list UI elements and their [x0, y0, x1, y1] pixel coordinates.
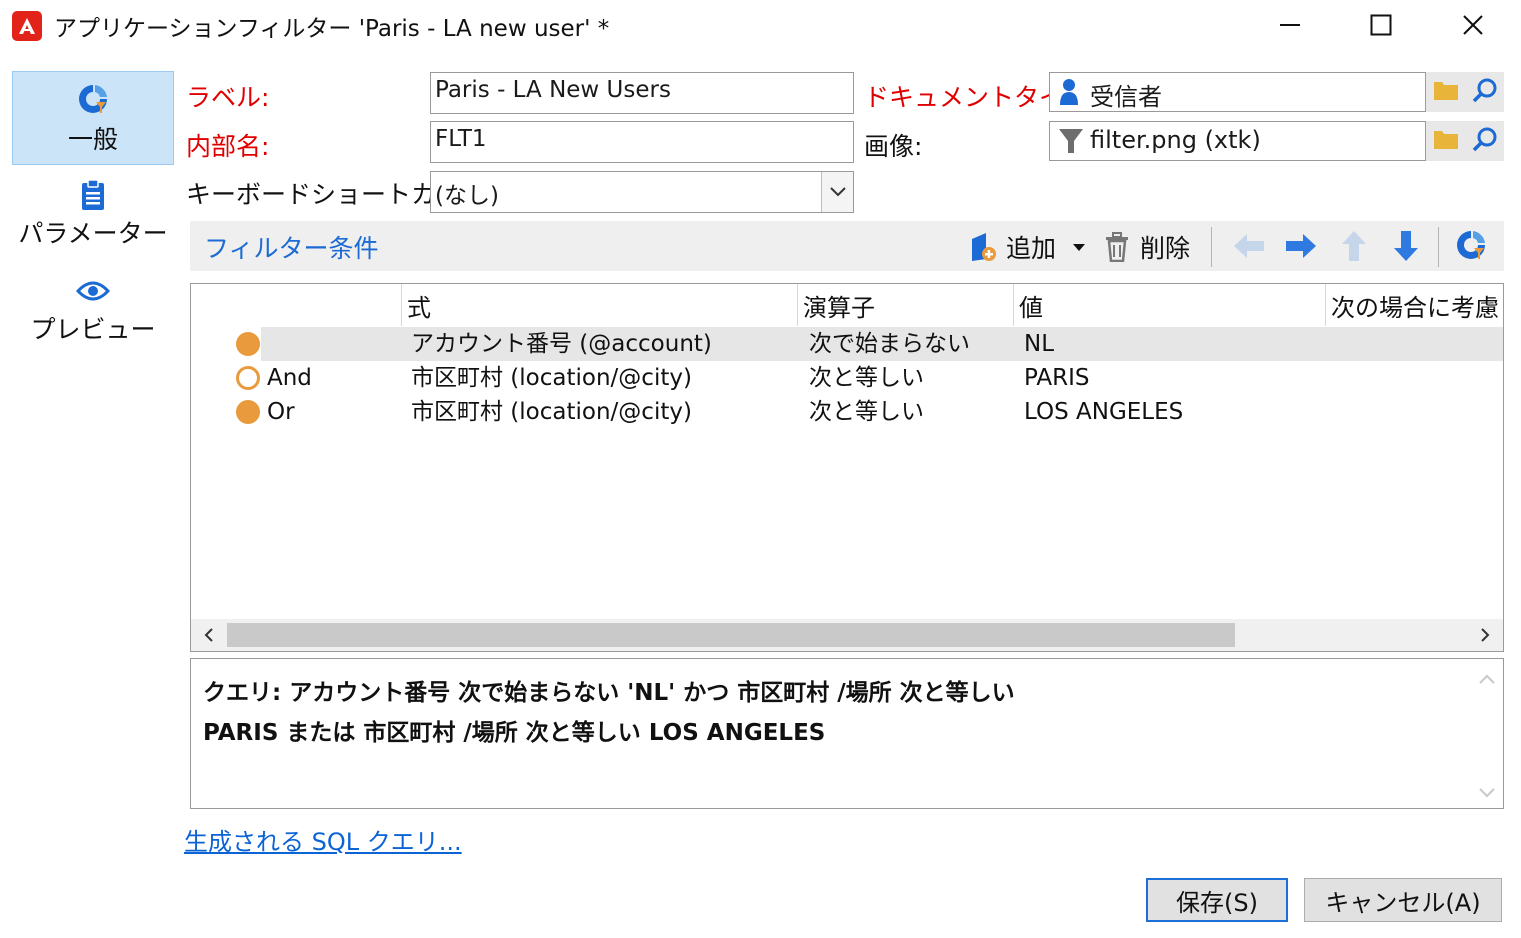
trash-icon — [1106, 232, 1128, 262]
doctype-field[interactable]: 受信者 — [1049, 72, 1426, 112]
nav-item-parameters[interactable]: パラメーター — [12, 174, 174, 268]
doctype-buttons — [1426, 72, 1504, 112]
vertical-scrollbar[interactable] — [1471, 659, 1503, 808]
column-divider — [1013, 284, 1014, 326]
arrow-left-icon — [1234, 234, 1264, 258]
filter-title: フィルター条件 — [204, 234, 379, 263]
add-button[interactable]: 追加 — [968, 229, 1086, 265]
delete-button[interactable]: 削除 — [1104, 229, 1190, 265]
scroll-down-icon[interactable] — [1477, 783, 1497, 803]
internal-name-input[interactable]: FLT1 — [430, 121, 854, 163]
title-bar: アプリケーションフィルター 'Paris - LA new user' * — [0, 0, 1521, 52]
move-right-button[interactable] — [1284, 232, 1318, 260]
magnifier-icon[interactable] — [1472, 126, 1498, 156]
cancel-button[interactable]: キャンセル(A) — [1304, 878, 1502, 922]
move-down-button[interactable] — [1392, 229, 1420, 263]
save-button[interactable]: 保存(S) — [1146, 878, 1288, 922]
cell-operator: 次と等しい — [809, 365, 924, 391]
clipboard-icon — [12, 178, 174, 212]
window-title: アプリケーションフィルター 'Paris - LA new user' * — [54, 16, 610, 42]
nav-item-general[interactable]: 一般 — [12, 71, 174, 165]
column-header-consider-if[interactable]: 次の場合に考慮 — [1327, 288, 1499, 328]
scroll-left-icon[interactable] — [199, 625, 219, 645]
minimize-button[interactable] — [1244, 0, 1336, 50]
folder-icon[interactable] — [1433, 79, 1459, 105]
chevron-down-icon[interactable] — [821, 172, 853, 212]
query-description: クエリ: アカウント番号 次で始まらない 'NL' かつ 市区町村 /場所 次と… — [190, 658, 1504, 809]
left-nav: 一般 パラメーター プレビュー — [0, 52, 180, 938]
add-label: 追加 — [1006, 234, 1057, 263]
eye-icon — [12, 279, 174, 303]
toolbar-divider — [1211, 227, 1212, 267]
scroll-up-icon[interactable] — [1477, 669, 1497, 689]
move-up-button[interactable] — [1340, 229, 1368, 263]
user-icon — [1058, 77, 1080, 113]
scroll-right-icon[interactable] — [1475, 625, 1495, 645]
nav-label-parameters: パラメーター — [18, 219, 168, 248]
chevron-down-icon[interactable] — [1072, 242, 1086, 252]
doctype-value: 受信者 — [1090, 83, 1162, 111]
column-divider — [401, 284, 402, 326]
delete-label: 削除 — [1140, 234, 1191, 263]
table-row[interactable]: Or 市区町村 (location/@city) 次と等しい LOS ANGEL… — [191, 395, 1503, 429]
column-divider — [797, 284, 798, 326]
cell-expression: 市区町村 (location/@city) — [411, 365, 692, 391]
cell-conjunction: Or — [267, 399, 295, 425]
arrow-right-icon — [1286, 234, 1316, 258]
close-icon — [1463, 15, 1483, 35]
table-row[interactable]: And 市区町村 (location/@city) 次と等しい PARIS — [191, 361, 1503, 395]
cell-expression: 市区町村 (location/@city) — [411, 399, 692, 425]
folder-icon[interactable] — [1433, 128, 1459, 154]
or-condition-icon — [236, 400, 260, 424]
cell-operator: 次で始まらない — [809, 331, 970, 357]
arrow-up-icon — [1342, 231, 1366, 261]
nav-label-preview: プレビュー — [30, 315, 156, 344]
table-row[interactable]: アカウント番号 (@account) 次で始まらない NL — [191, 327, 1503, 361]
cell-operator: 次と等しい — [809, 399, 924, 425]
shortcut-value: (なし) — [435, 183, 499, 209]
nav-item-preview[interactable]: プレビュー — [12, 274, 174, 368]
move-left-button[interactable] — [1232, 232, 1266, 260]
arrow-down-icon — [1394, 231, 1418, 261]
maximize-icon — [1370, 14, 1392, 36]
image-buttons — [1426, 121, 1504, 161]
general-icon — [13, 82, 173, 116]
nav-label-general: 一般 — [67, 125, 118, 154]
image-field[interactable]: filter.png (xtk) — [1049, 121, 1426, 161]
cell-value: LOS ANGELES — [1024, 399, 1184, 425]
label-caption: ラベル: — [186, 83, 270, 112]
horizontal-scrollbar[interactable] — [191, 619, 1503, 651]
label-input[interactable]: Paris - LA New Users — [430, 72, 854, 114]
cell-value: NL — [1024, 331, 1055, 357]
close-button[interactable] — [1427, 0, 1519, 50]
shortcut-select[interactable]: (なし) — [430, 171, 854, 213]
add-condition-icon — [972, 233, 996, 261]
and-condition-icon — [236, 366, 260, 390]
conditions-grid[interactable]: 式 演算子 値 次の場合に考慮 アカウント番号 (@account) 次で始まら… — [190, 283, 1504, 652]
cell-value: PARIS — [1024, 365, 1090, 391]
general-icon — [1457, 231, 1485, 259]
filter-settings-button[interactable] — [1454, 228, 1488, 262]
column-divider — [1325, 284, 1326, 326]
cell-conjunction: And — [267, 365, 312, 391]
maximize-button[interactable] — [1335, 0, 1427, 50]
filter-toolbar: フィルター条件 追加 削除 — [190, 221, 1504, 271]
toolbar-divider — [1438, 227, 1439, 267]
internal-name-caption: 内部名: — [186, 132, 270, 161]
app-logo-icon — [12, 11, 42, 41]
minimize-icon — [1280, 24, 1300, 26]
scrollbar-thumb[interactable] — [227, 623, 1235, 647]
column-header-value[interactable]: 値 — [1015, 288, 1043, 328]
query-line-1: クエリ: アカウント番号 次で始まらない 'NL' かつ 市区町村 /場所 次と… — [203, 680, 1015, 706]
image-caption: 画像: — [864, 132, 923, 161]
condition-icon — [236, 332, 260, 356]
column-header-operator[interactable]: 演算子 — [799, 288, 875, 328]
generated-sql-link[interactable]: 生成される SQL クエリ... — [184, 822, 462, 857]
image-value: filter.png (xtk) — [1090, 126, 1261, 154]
funnel-icon — [1058, 126, 1084, 162]
column-header-expression[interactable]: 式 — [403, 288, 431, 328]
query-line-2: PARIS または 市区町村 /場所 次と等しい LOS ANGELES — [203, 720, 826, 746]
cell-expression: アカウント番号 (@account) — [411, 331, 712, 357]
magnifier-icon[interactable] — [1472, 77, 1498, 107]
